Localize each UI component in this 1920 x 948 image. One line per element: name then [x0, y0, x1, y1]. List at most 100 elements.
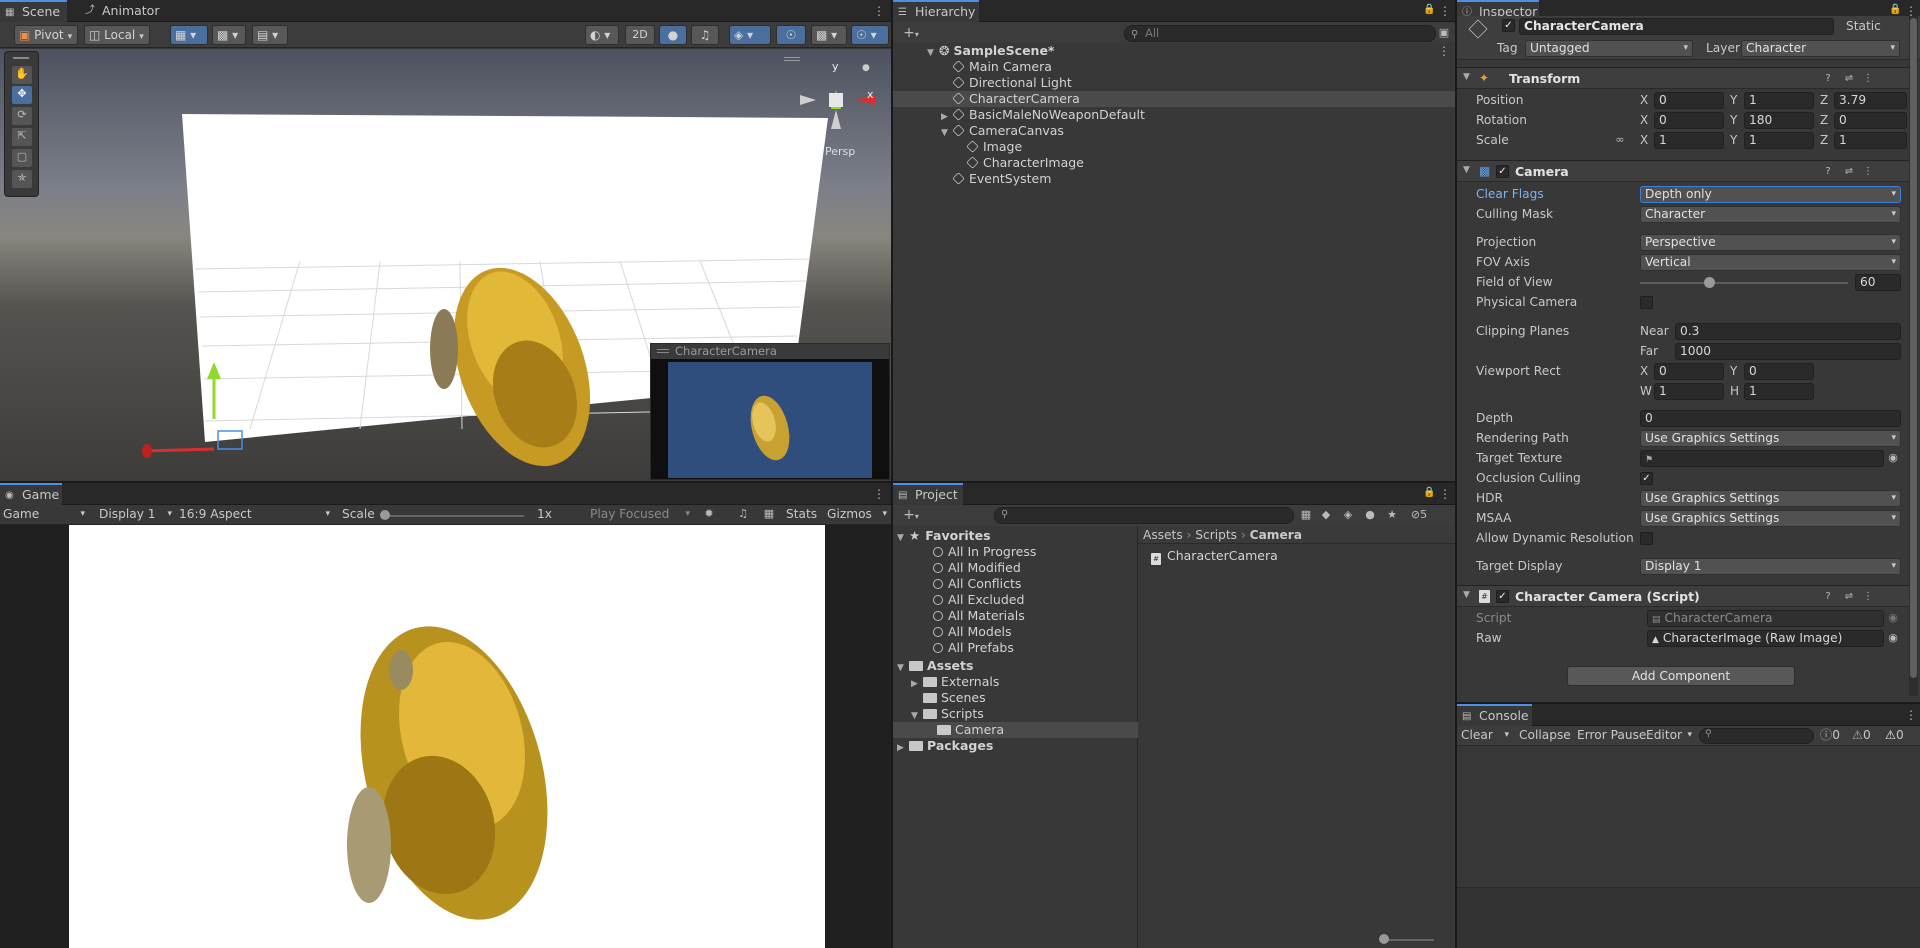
console-menu-icon[interactable]: ⋮	[1905, 708, 1917, 722]
breadcrumb-scripts[interactable]: Scripts	[1195, 528, 1237, 542]
hierarchy-item[interactable]: ▼ CameraCanvas	[893, 123, 1455, 139]
info-count-toggle[interactable]: ⓘ0	[1820, 727, 1840, 744]
star-icon[interactable]: ★	[1384, 507, 1400, 523]
lighting-button[interactable]: ●	[659, 25, 687, 45]
scene-root-menu-icon[interactable]: ⋮	[1438, 44, 1450, 58]
rotate-tool-icon[interactable]: ⟳	[12, 107, 32, 125]
help-icon[interactable]: ?	[1821, 590, 1835, 604]
pivot-dropdown[interactable]: ▣ Pivot	[14, 25, 78, 45]
far-field[interactable]: 1000	[1675, 343, 1901, 360]
lock-icon[interactable]: 🔒	[1423, 487, 1435, 499]
warning-count-toggle[interactable]: ⚠0	[1852, 727, 1871, 744]
active-checkbox[interactable]: ✓	[1502, 19, 1515, 32]
create-button[interactable]: +▾	[899, 25, 923, 41]
tab-animator[interactable]: ⤴ Animator	[80, 0, 160, 22]
depth-field[interactable]: 0	[1640, 410, 1901, 427]
camera-header[interactable]: ▼ ▩ ✓ Camera ? ⇌ ⋮	[1457, 160, 1909, 182]
favorite-item[interactable]: All In Progress	[893, 544, 1138, 560]
hierarchy-item[interactable]: Main Camera	[893, 59, 1455, 75]
visibility-button[interactable]: ☉	[776, 25, 806, 45]
filter-icon[interactable]: ▣	[1436, 25, 1452, 41]
static-checkbox-label[interactable]: Static	[1846, 18, 1881, 35]
scrollbar-thumb[interactable]	[1910, 18, 1917, 678]
transform-rotation-y-field[interactable]: 180	[1744, 112, 1814, 129]
component-menu-icon[interactable]: ⋮	[1861, 590, 1875, 604]
game-mode-dropdown[interactable]: Game ▾	[3, 506, 87, 523]
transform-position-z-field[interactable]: 3.79	[1834, 92, 1907, 109]
favorite-item[interactable]: All Materials	[893, 608, 1138, 624]
help-icon[interactable]: ?	[1821, 165, 1835, 179]
tab-game[interactable]: ◉ Game	[0, 483, 62, 505]
asset-folder-item[interactable]: ▶ Externals	[893, 674, 1138, 690]
near-field[interactable]: 0.3	[1675, 323, 1901, 340]
transform-rotation-x-field[interactable]: 0	[1654, 112, 1724, 129]
transform-tool-icon[interactable]: ✯	[12, 170, 32, 188]
constrain-proportions-icon[interactable]: ∞	[1612, 132, 1628, 148]
viewport-w-field[interactable]: 1	[1654, 383, 1724, 400]
favorite-item[interactable]: All Prefabs	[893, 640, 1138, 656]
scene-viewport[interactable]: y x Persp ✋ ✥ ⟳ ⇱ ▢ ✯ ● CharacterCamera	[0, 49, 891, 481]
gizmos-dropdown[interactable]: Gizmos ▾	[827, 506, 889, 523]
object-name-field[interactable]: CharacterCamera	[1519, 18, 1834, 35]
transform-scale-x-field[interactable]: 1	[1654, 132, 1724, 149]
script-component-header[interactable]: ▼ # ✓ Character Camera (Script) ? ⇌ ⋮	[1457, 585, 1909, 607]
mode-2d-button[interactable]: 2D	[625, 25, 655, 45]
audio-button[interactable]: ♫	[691, 25, 719, 45]
clear-flags-dropdown[interactable]: Depth only	[1640, 186, 1901, 203]
component-menu-icon[interactable]: ⋮	[1861, 72, 1875, 86]
hierarchy-item[interactable]: EventSystem	[893, 171, 1455, 187]
scale-slider[interactable]	[384, 515, 524, 517]
breadcrumb-assets[interactable]: Assets	[1143, 528, 1183, 542]
collapse-button[interactable]: Collapse	[1519, 727, 1571, 744]
fold-arrow-icon[interactable]: ▼	[1463, 72, 1470, 82]
scale-tool-icon[interactable]: ⇱	[12, 128, 32, 146]
project-search-input[interactable]: ⚲	[994, 507, 1294, 524]
shading-mode-button[interactable]: ◐ ▾	[585, 25, 619, 45]
hierarchy-search-input[interactable]: ⚲ All	[1124, 25, 1436, 42]
editor-dropdown[interactable]: Editor ▾	[1646, 727, 1694, 744]
lock-view-icon[interactable]: ●	[862, 63, 870, 73]
game-viewport[interactable]	[0, 525, 891, 948]
msaa-dropdown[interactable]: Use Graphics Settings	[1640, 510, 1901, 527]
hdr-dropdown[interactable]: Use Graphics Settings	[1640, 490, 1901, 507]
transform-scale-z-field[interactable]: 1	[1834, 132, 1907, 149]
asset-folder-item[interactable]: Camera	[893, 722, 1138, 738]
effects-button[interactable]: ◈ ▾	[729, 25, 771, 45]
assets-row[interactable]: ▼ Assets	[893, 658, 1138, 674]
lock-icon[interactable]: 🔒	[1889, 4, 1901, 16]
tab-hierarchy[interactable]: ☰ Hierarchy	[893, 0, 979, 22]
hidden-packages-icon[interactable]: ⊘5	[1404, 507, 1434, 523]
search-by-label-icon[interactable]: ◆	[1318, 507, 1334, 523]
clear-dropdown[interactable]: Clear ▾	[1461, 727, 1511, 744]
fov-slider[interactable]	[1640, 282, 1848, 284]
raw-picker-icon[interactable]: ◉	[1885, 630, 1901, 646]
transform-scale-y-field[interactable]: 1	[1744, 132, 1814, 149]
object-picker-icon[interactable]: ◉	[1885, 450, 1901, 466]
fold-arrow-icon[interactable]: ▼	[1463, 165, 1470, 175]
hierarchy-item[interactable]: CharacterImage	[893, 155, 1455, 171]
add-component-button[interactable]: Add Component	[1567, 666, 1795, 686]
packages-row[interactable]: ▶ Packages	[893, 738, 1138, 754]
viewport-h-field[interactable]: 1	[1744, 383, 1814, 400]
game-menu-icon[interactable]: ⋮	[873, 487, 885, 501]
script-enabled-checkbox[interactable]: ✓	[1496, 590, 1509, 603]
asset-folder-item[interactable]: ▼ Scripts	[893, 706, 1138, 722]
favorite-item[interactable]: All Modified	[893, 560, 1138, 576]
tag-icon[interactable]: ◈	[1340, 507, 1356, 523]
transform-position-x-field[interactable]: 0	[1654, 92, 1724, 109]
favorites-row[interactable]: ▼ ★ Favorites	[893, 528, 1138, 544]
transform-rotation-z-field[interactable]: 0	[1834, 112, 1907, 129]
breadcrumb-camera[interactable]: Camera	[1250, 528, 1302, 542]
icon-size-slider-thumb[interactable]	[1379, 934, 1389, 944]
transform-header[interactable]: ▼ ✦ Transform ? ⇌ ⋮	[1457, 67, 1909, 89]
rect-tool-icon[interactable]: ▢	[12, 149, 32, 167]
fov-value-field[interactable]: 60	[1855, 274, 1901, 291]
projection-dropdown[interactable]: Perspective	[1640, 234, 1901, 251]
gizmos-button[interactable]: ☉ ▾	[851, 25, 889, 45]
local-dropdown[interactable]: ◫ Local	[84, 25, 150, 45]
hierarchy-menu-icon[interactable]: ⋮	[1439, 4, 1451, 18]
favorite-item[interactable]: All Models	[893, 624, 1138, 640]
console-search-input[interactable]: ⚲	[1699, 728, 1814, 744]
hierarchy-item[interactable]: ▶ BasicMaleNoWeaponDefault	[893, 107, 1455, 123]
preset-icon[interactable]: ⇌	[1842, 590, 1856, 604]
